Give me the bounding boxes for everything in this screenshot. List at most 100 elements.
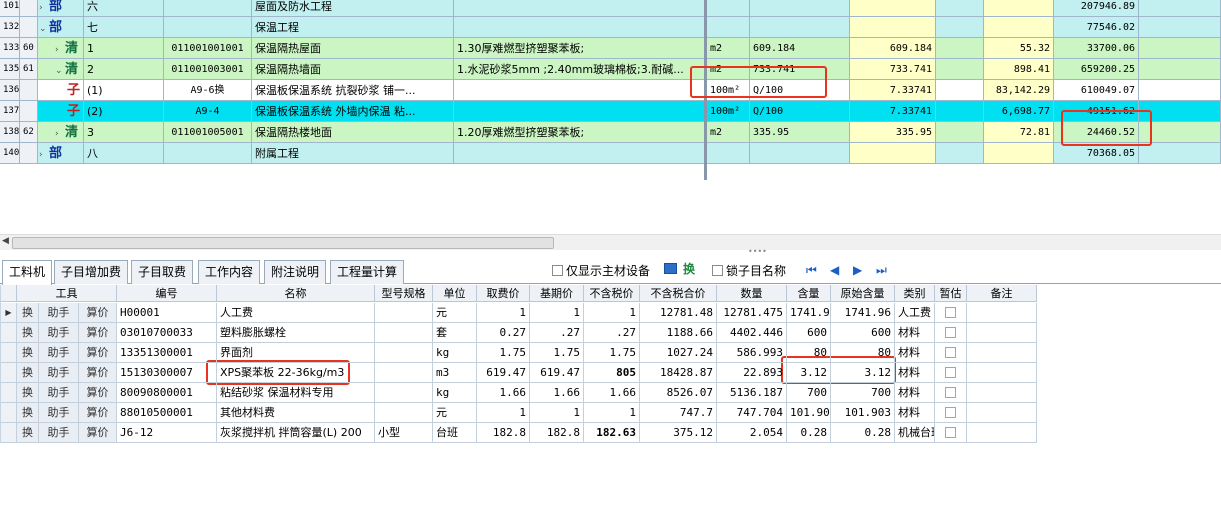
- cell-fee-price[interactable]: 0.27: [477, 323, 530, 343]
- tree-row[interactable]: 140 › 部八附属工程 70368.05: [0, 143, 1221, 164]
- cell-qty[interactable]: 335.95: [850, 122, 936, 143]
- cell-ex-tax[interactable]: 1.66: [584, 383, 640, 403]
- cell-name[interactable]: 屋面及防水工程: [252, 0, 454, 17]
- assistant-tool-button[interactable]: 助手: [39, 343, 79, 363]
- cell-qty[interactable]: 5136.187: [717, 383, 787, 403]
- cell-unit[interactable]: kg: [433, 343, 477, 363]
- cell-desc[interactable]: 1.水泥砂浆5mm ;2.40mm玻璃棉板;3.耐碱...: [454, 59, 706, 80]
- cell-ex-tax-total[interactable]: 12781.48: [640, 303, 717, 323]
- cell-qty[interactable]: 609.184: [850, 38, 936, 59]
- price-calc-tool-button[interactable]: 算价: [79, 363, 117, 383]
- cell-ex-tax[interactable]: 805: [584, 363, 640, 383]
- cell-qty[interactable]: [850, 0, 936, 17]
- estimate-cell[interactable]: [935, 403, 967, 423]
- cell-name[interactable]: 保温隔热屋面: [252, 38, 454, 59]
- cell-code-no[interactable]: 1: [84, 38, 164, 59]
- cell-rate[interactable]: 83,142.29: [984, 80, 1054, 101]
- replace-tool-button[interactable]: 换: [17, 343, 39, 363]
- cell-qty-expr[interactable]: [750, 0, 850, 17]
- tree-row[interactable]: 133 60 › 清 1 011001001001 保温隔热屋面 1.30厚难燃型挤塑聚苯板;…: [0, 38, 1221, 59]
- estimate-checkbox[interactable]: [945, 307, 956, 318]
- empty-cell[interactable]: [1139, 17, 1221, 38]
- price-calc-tool-button[interactable]: 算价: [79, 423, 117, 443]
- cell-total[interactable]: 610049.07: [1054, 80, 1139, 101]
- cell-code-no[interactable]: (2): [84, 101, 164, 122]
- cell-orig-content[interactable]: 600: [831, 323, 895, 343]
- collapse-icon[interactable]: ⌄: [55, 61, 65, 79]
- empty-cell[interactable]: [936, 143, 984, 164]
- cell-content[interactable]: 0.28: [787, 423, 831, 443]
- cell-code[interactable]: J6-12: [117, 423, 217, 443]
- price-calc-tool-button[interactable]: 算价: [79, 343, 117, 363]
- first-record-icon[interactable]: ⏮: [806, 263, 817, 278]
- cell-name[interactable]: 保温隔热楼地面: [252, 122, 454, 143]
- cell-total[interactable]: 207946.89: [1054, 0, 1139, 17]
- material-row[interactable]: 换助手 算价 80090800001 粘结砂浆 保温材料专用 kg 1.66 1.66 1.6…: [1, 383, 1037, 403]
- cell-seq[interactable]: [20, 0, 38, 17]
- cell-base-price[interactable]: 1.66: [530, 383, 584, 403]
- cell-unit[interactable]: m2: [707, 59, 750, 80]
- cell-base-price[interactable]: 619.47: [530, 363, 584, 383]
- cell-rownum[interactable]: 101: [0, 0, 20, 17]
- tab-work-content[interactable]: 工作内容: [198, 260, 261, 284]
- cell-qty[interactable]: 7.33741: [850, 101, 936, 122]
- cell-category[interactable]: 材料: [895, 323, 935, 343]
- material-row[interactable]: 换助手 算价 03010700033 塑料膨胀螺栓套 0.27.27.27 1188.66…: [1, 323, 1037, 343]
- cell-content[interactable]: 3.12: [787, 363, 831, 383]
- replace-tool-button[interactable]: 换: [17, 403, 39, 423]
- note-cell[interactable]: [967, 323, 1037, 343]
- cell-qty[interactable]: 12781.475: [717, 303, 787, 323]
- cell-code-no[interactable]: 2: [84, 59, 164, 80]
- replace-button[interactable]: 换: [664, 260, 695, 277]
- cell-unit[interactable]: 100m²: [707, 101, 750, 122]
- cell-rate[interactable]: 72.81: [984, 122, 1054, 143]
- cell-rate[interactable]: 6,698.77: [984, 101, 1054, 122]
- cell-qty-expr[interactable]: [750, 17, 850, 38]
- price-calc-tool-button[interactable]: 算价: [79, 303, 117, 323]
- cell-spec[interactable]: [375, 343, 433, 363]
- empty-cell[interactable]: [936, 59, 984, 80]
- cell-ex-tax-total[interactable]: 1027.24: [640, 343, 717, 363]
- column-header[interactable]: 编号: [117, 285, 217, 302]
- cell-total[interactable]: 77546.02: [1054, 17, 1139, 38]
- estimate-checkbox[interactable]: [945, 427, 956, 438]
- cell-unit[interactable]: 台班: [433, 423, 477, 443]
- cell-code-no[interactable]: 八: [84, 143, 164, 164]
- cell-desc[interactable]: [454, 0, 706, 17]
- cell-seq[interactable]: 61: [20, 59, 38, 80]
- cell-qty[interactable]: 4402.446: [717, 323, 787, 343]
- cell-ex-tax[interactable]: 1.75: [584, 343, 640, 363]
- cell-content[interactable]: 101.903: [787, 403, 831, 423]
- cell-category[interactable]: 材料: [895, 383, 935, 403]
- cell-code[interactable]: [164, 17, 252, 38]
- empty-cell[interactable]: [936, 38, 984, 59]
- cell-ex-tax-total[interactable]: 18428.87: [640, 363, 717, 383]
- cell-code[interactable]: 011001001001: [164, 38, 252, 59]
- cell-code[interactable]: 011001003001: [164, 59, 252, 80]
- estimate-checkbox[interactable]: [945, 347, 956, 358]
- cell-name[interactable]: 其他材料费: [217, 403, 375, 423]
- expand-icon[interactable]: ›: [55, 40, 65, 58]
- cell-fee-price[interactable]: 619.47: [477, 363, 530, 383]
- cell-category[interactable]: 材料: [895, 343, 935, 363]
- cell-rownum[interactable]: 140: [0, 143, 20, 164]
- cell-ex-tax-total[interactable]: 1188.66: [640, 323, 717, 343]
- cell-ex-tax[interactable]: 1: [584, 403, 640, 423]
- show-main-materials-toggle[interactable]: 仅显示主材设备: [552, 262, 650, 279]
- cell-rate[interactable]: [984, 143, 1054, 164]
- assistant-tool-button[interactable]: 助手: [39, 383, 79, 403]
- tree-row[interactable]: 101 › 部六屋面及防水工程 207946.89: [0, 0, 1221, 17]
- cell-ex-tax[interactable]: .27: [584, 323, 640, 343]
- cell-code[interactable]: A9-6换: [164, 80, 252, 101]
- cell-desc[interactable]: [454, 101, 706, 122]
- cell-code[interactable]: [164, 143, 252, 164]
- cell-rate[interactable]: 55.32: [984, 38, 1054, 59]
- cell-ex-tax[interactable]: 1: [584, 303, 640, 323]
- note-cell[interactable]: [967, 343, 1037, 363]
- cell-rate[interactable]: [984, 17, 1054, 38]
- corner-header[interactable]: [1, 285, 17, 302]
- cell-ex-tax-total[interactable]: 375.12: [640, 423, 717, 443]
- row-gutter[interactable]: [1, 343, 17, 363]
- next-record-icon[interactable]: ▶: [853, 263, 862, 277]
- material-row[interactable]: ▶ 换助手 算价 H00001 人工费元 1 1 1 12781.48 12781.475 1741…: [1, 303, 1037, 323]
